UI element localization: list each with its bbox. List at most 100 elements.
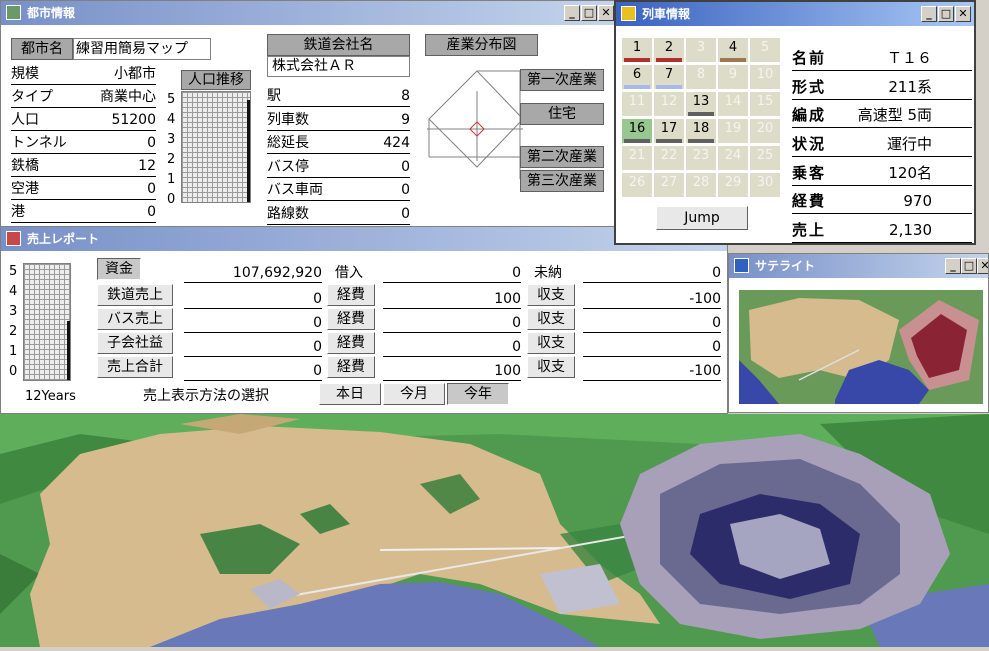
satellite-titlebar[interactable]: サテライト _ □ ✕ xyxy=(729,254,988,278)
period-year-button[interactable]: 今年 xyxy=(447,383,509,405)
sales-row-cost-label[interactable]: 経費 xyxy=(327,284,375,306)
train-info-label: 売上 xyxy=(792,221,827,240)
jump-button[interactable]: Jump xyxy=(656,206,748,230)
train-slot-number: 1 xyxy=(632,40,642,55)
train-slot[interactable]: 3 xyxy=(686,38,716,62)
city-info-window[interactable]: 都市情報 _ □ ✕ 都市名 練習用簡易マップ 規模 小都市 タイプ 商業中心 人口 51… xyxy=(0,0,618,230)
train-details: 名前 Ｔ１６ 形式 211系 編成 高速型 5両 状況 運行中 乗客 120名 経費 970 売上 2,1… xyxy=(792,44,972,243)
train-info-titlebar[interactable]: 列車情報 _ □ ✕ xyxy=(616,2,974,26)
train-slot[interactable]: 6 xyxy=(622,65,652,89)
sales-row-label[interactable]: 鉄道売上 xyxy=(97,284,173,306)
city-stat-label: 空港 xyxy=(11,181,39,197)
train-slot-color-bar xyxy=(624,85,650,89)
satellite-window[interactable]: サテライト _ □ ✕ xyxy=(728,253,989,413)
minimize-button[interactable]: _ xyxy=(945,258,961,274)
train-slot-number: 5 xyxy=(760,40,770,55)
axis-tick-label: 4 xyxy=(167,112,176,127)
train-slot[interactable]: 5 xyxy=(750,38,780,62)
minimize-button[interactable]: _ xyxy=(564,5,580,21)
train-slot-number: 2 xyxy=(664,40,674,55)
minimize-button[interactable]: _ xyxy=(921,6,937,22)
sales-row-balance-label[interactable]: 収支 xyxy=(527,284,575,306)
train-slot[interactable]: 7 xyxy=(654,65,684,89)
train-grid: 1 2 3 4 5 6 7 8 9 10 11 12 13 14 15 16 17 18 19 20 21 22 23 24 2… xyxy=(622,38,786,204)
train-slot[interactable]: 13 xyxy=(686,92,716,116)
close-button[interactable]: ✕ xyxy=(598,5,614,21)
sales-row-balance-label[interactable]: 収支 xyxy=(527,356,575,378)
sales-row-cost-label[interactable]: 経費 xyxy=(327,332,375,354)
train-info-value: 2,130 xyxy=(889,221,932,240)
period-month-button[interactable]: 今月 xyxy=(383,383,445,405)
train-slot[interactable]: 18 xyxy=(686,119,716,143)
sales-row-label[interactable]: バス売上 xyxy=(97,308,173,330)
axis-tick-label: 2 xyxy=(167,152,176,167)
sales-row-balance-label[interactable]: 収支 xyxy=(527,308,575,330)
train-slot[interactable]: 1 xyxy=(622,38,652,62)
sales-row-cost-label[interactable]: 経費 xyxy=(327,308,375,330)
maximize-button[interactable]: □ xyxy=(581,5,597,21)
close-button[interactable]: ✕ xyxy=(955,6,971,22)
train-slot[interactable]: 2 xyxy=(654,38,684,62)
company-name-value: 株式会社ＡＲ xyxy=(267,56,410,77)
sales-row-label[interactable]: 子会社益 xyxy=(97,332,173,354)
city-info-titlebar[interactable]: 都市情報 _ □ ✕ xyxy=(1,1,617,25)
sales-row-cost: 0 xyxy=(383,338,521,357)
train-slot[interactable]: 8 xyxy=(686,65,716,89)
train-slot[interactable]: 21 xyxy=(622,146,652,170)
sales-row-label[interactable]: 売上合計 xyxy=(97,356,173,378)
sales-report-title: 売上レポート xyxy=(27,232,100,246)
train-slot[interactable]: 16 xyxy=(622,119,652,143)
train-slot[interactable]: 27 xyxy=(654,173,684,197)
period-today-button[interactable]: 本日 xyxy=(319,383,381,405)
isometric-game-map[interactable] xyxy=(0,414,989,647)
train-slot[interactable]: 26 xyxy=(622,173,652,197)
city-name-value: 練習用簡易マップ xyxy=(73,38,211,60)
train-slot[interactable]: 12 xyxy=(654,92,684,116)
train-info-value: 高速型 5両 xyxy=(857,106,932,125)
train-info-label: 状況 xyxy=(792,135,827,154)
train-slot[interactable]: 20 xyxy=(750,119,780,143)
capital-label: 資金 xyxy=(97,258,141,280)
train-slot[interactable]: 11 xyxy=(622,92,652,116)
train-slot[interactable]: 19 xyxy=(718,119,748,143)
train-slot-number: 25 xyxy=(756,148,774,163)
city-stat-row: トンネル 0 xyxy=(11,133,156,154)
city-stat-row: 人口 51200 xyxy=(11,110,156,131)
axis-tick-label: 0 xyxy=(9,364,18,379)
train-slot-number: 3 xyxy=(696,40,706,55)
train-info-label: 形式 xyxy=(792,77,827,96)
axis-tick-label: 5 xyxy=(9,264,18,279)
city-stat-value: 12 xyxy=(138,158,156,174)
train-slot[interactable]: 22 xyxy=(654,146,684,170)
railway-stat-label: 総延長 xyxy=(267,135,309,151)
train-slot-number: 28 xyxy=(692,175,710,190)
railway-stat-row: 総延長 424 xyxy=(267,133,410,154)
train-slot[interactable]: 4 xyxy=(718,38,748,62)
city-stat-value: 小都市 xyxy=(114,66,156,82)
city-stat-label: 港 xyxy=(11,204,25,220)
sales-row-cost-label[interactable]: 経費 xyxy=(327,356,375,378)
train-slot[interactable]: 23 xyxy=(686,146,716,170)
train-slot[interactable]: 28 xyxy=(686,173,716,197)
sales-row-balance-label[interactable]: 収支 xyxy=(527,332,575,354)
maximize-button[interactable]: □ xyxy=(961,258,977,274)
train-slot[interactable]: 25 xyxy=(750,146,780,170)
train-info-window[interactable]: 列車情報 _ □ ✕ 1 2 3 4 5 6 7 8 9 10 11 12 13 14 15 16 17 18 19… xyxy=(614,0,976,245)
train-slot[interactable]: 9 xyxy=(718,65,748,89)
sales-report-window[interactable]: 売上レポート 543210 12Years 資金 107,692,920 借入 … xyxy=(0,226,728,414)
maximize-button[interactable]: □ xyxy=(938,6,954,22)
industry-label-tertiary: 第三次産業 xyxy=(520,170,604,192)
train-slot[interactable]: 30 xyxy=(750,173,780,197)
axis-tick-label: 3 xyxy=(167,132,176,147)
train-slot[interactable]: 17 xyxy=(654,119,684,143)
train-slot-number: 7 xyxy=(664,67,674,82)
satellite-minimap[interactable] xyxy=(739,290,983,404)
train-slot[interactable]: 29 xyxy=(718,173,748,197)
train-slot[interactable]: 15 xyxy=(750,92,780,116)
close-button[interactable]: ✕ xyxy=(977,258,988,274)
train-slot[interactable]: 14 xyxy=(718,92,748,116)
unpaid-value: 0 xyxy=(583,264,721,283)
railway-stat-row: 路線数 0 xyxy=(267,204,410,225)
train-slot[interactable]: 24 xyxy=(718,146,748,170)
train-slot[interactable]: 10 xyxy=(750,65,780,89)
